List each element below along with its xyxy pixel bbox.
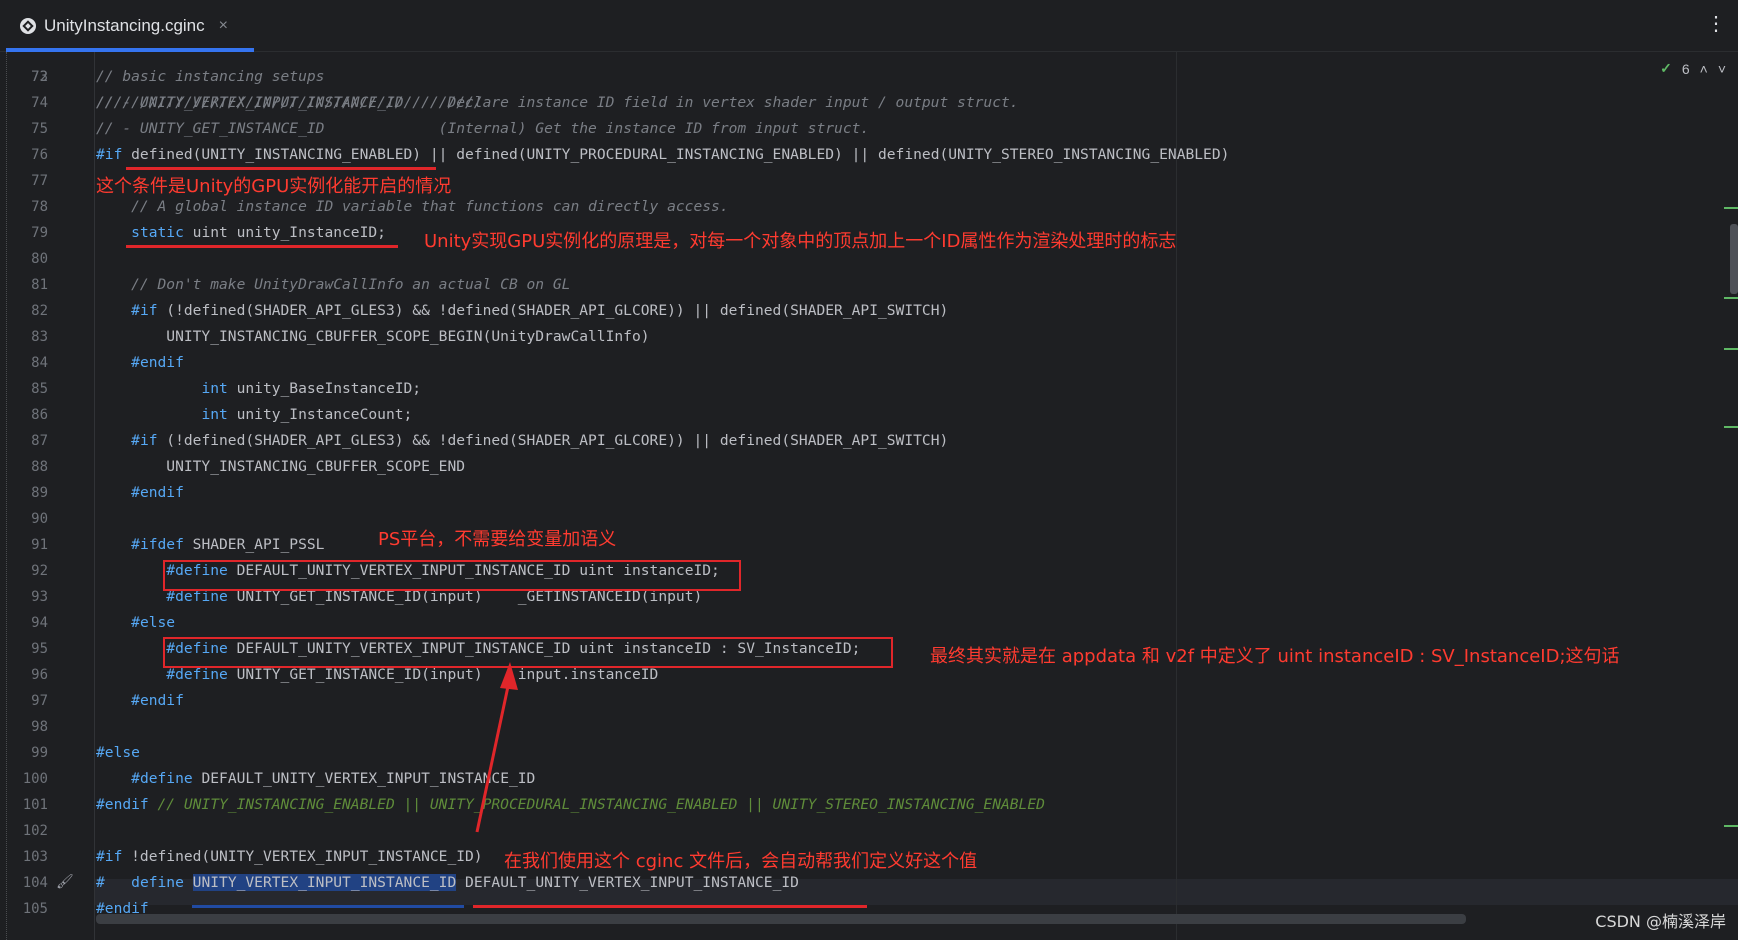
watermark: CSDN @楠溪泽岸 [1595, 912, 1726, 931]
annotation-arrow [475, 662, 518, 833]
check-icon: ✓ [1660, 60, 1672, 76]
tab-title: UnityInstancing.cginc [44, 16, 205, 35]
change-marker [1724, 297, 1738, 299]
chevron-down-icon[interactable]: ˅ [1718, 61, 1726, 77]
change-marker [1724, 348, 1738, 350]
unity-icon [20, 18, 36, 34]
annotation-cginc-auto-define: 在我们使用这个 cginc 文件后，会自动帮我们定义好这个值 [504, 851, 978, 872]
chevron-up-icon[interactable]: ˄ [1700, 61, 1708, 77]
change-marker [1724, 825, 1738, 827]
inspection-count: 6 [1681, 60, 1690, 77]
tab-bar: UnityInstancing.cginc × ⋮ [0, 0, 1738, 52]
more-options-icon[interactable]: ⋮ [1706, 14, 1726, 34]
horizontal-scrollbar[interactable] [96, 914, 1466, 924]
inspection-widget[interactable]: ✓ 6 ˄ ˅ [1660, 60, 1726, 77]
tab-unityinstancing[interactable]: UnityInstancing.cginc × [6, 0, 254, 52]
annotation-underline-blue [192, 905, 464, 908]
code-editor[interactable]: 72 /////////////////////////////////////… [0, 52, 1738, 940]
annotation-underline [473, 905, 867, 908]
change-marker [1724, 207, 1738, 209]
close-icon[interactable]: × [219, 17, 228, 35]
vertical-scrollbar[interactable] [1730, 224, 1738, 294]
change-marker [1724, 426, 1738, 428]
